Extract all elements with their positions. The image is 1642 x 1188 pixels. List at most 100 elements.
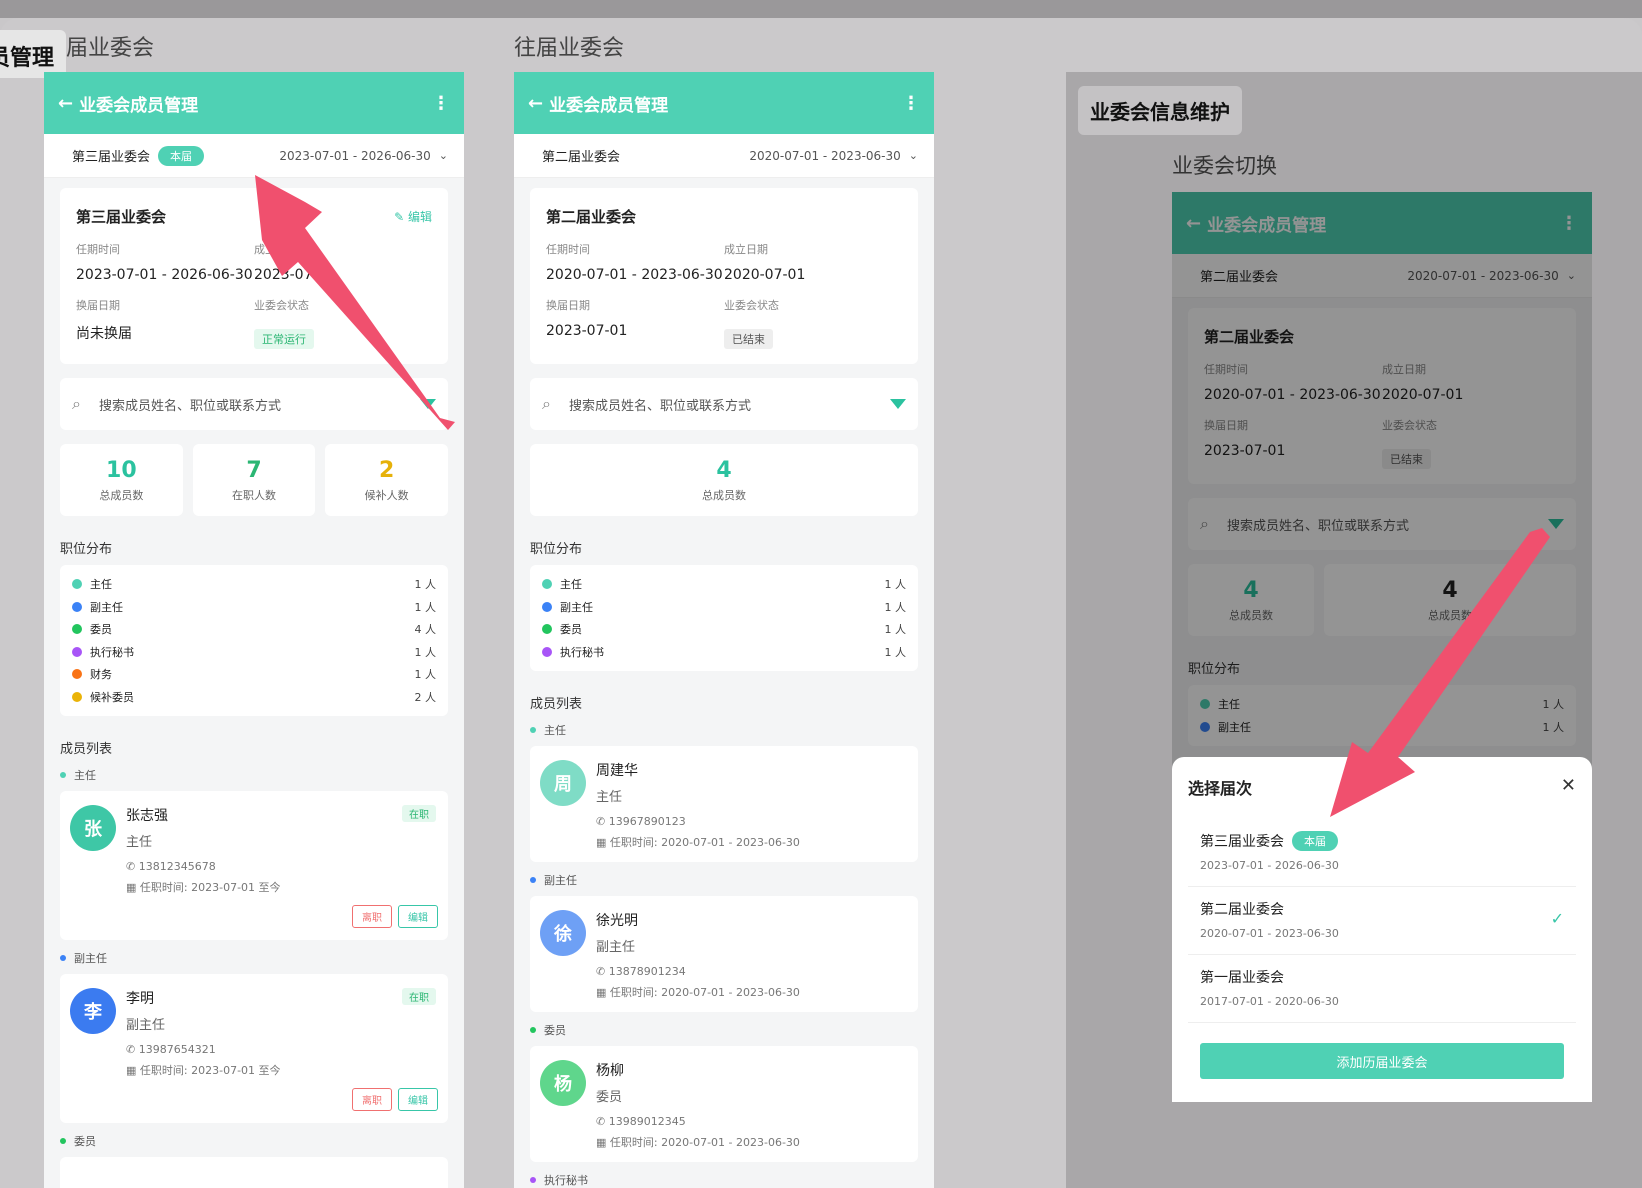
term-text: 任职时间: 2023-07-01 至今: [139, 1064, 281, 1077]
filter-icon[interactable]: [890, 399, 906, 409]
dot-icon: [72, 669, 82, 680]
edit-button[interactable]: 编辑: [398, 905, 438, 928]
edit-button[interactable]: 编辑: [398, 1088, 438, 1111]
group-label: 副主任: [530, 872, 918, 888]
member-card[interactable]: 杨 杨柳 委员 ✆ 13989012345 ▦ 任职时间: 2020-07-01…: [530, 1046, 918, 1162]
term-label: 任期时间: [76, 243, 120, 256]
dot-icon: [542, 646, 552, 657]
dist-name: 委员: [560, 623, 582, 637]
dist-count: 1 人: [884, 623, 907, 637]
committee-info-card: 第二届业委会 任期时间 2020-07-01 - 2023-06-30 成立日期 2…: [530, 188, 918, 364]
member-card[interactable]: 周 周建华 主任 ✆ 13967890123 ▦ 任职时间: 2020-07-0…: [530, 746, 918, 862]
phone-number: 13967890123: [608, 815, 686, 828]
change-label: 换届日期: [76, 299, 120, 312]
frame-title-past: 往届业委会: [514, 36, 625, 61]
stat-total-label: 总成员数: [99, 489, 144, 502]
avatar: 张: [70, 805, 116, 851]
term-text: 任职时间: 2020-07-01 - 2023-06-30: [609, 836, 800, 849]
edit-label: 编辑: [407, 210, 432, 224]
dist-name: 财务: [90, 668, 112, 682]
dot-icon: [60, 772, 66, 778]
option-date: 2020-07-01 - 2023-06-30: [1200, 927, 1339, 940]
add-historical-committee-button[interactable]: 添加历届业委会: [1200, 1043, 1564, 1079]
stat-total-label: 总成员数: [702, 489, 746, 502]
dist-name: 副主任: [90, 600, 123, 614]
edit-link[interactable]: ✎ 编辑: [394, 208, 432, 225]
found-label: 成立日期: [254, 243, 298, 256]
member-role: 主任: [126, 835, 153, 850]
filter-icon[interactable]: [420, 399, 436, 409]
search-input[interactable]: 搜索成员姓名、职位或联系方式: [99, 395, 281, 414]
search-input[interactable]: 搜索成员姓名、职位或联系方式: [569, 395, 751, 414]
panel-label: 业委会信息维护: [1078, 86, 1242, 135]
section-title-distribution: 职位分布: [530, 542, 583, 557]
card-title: 第三届业委会: [76, 208, 167, 226]
member-role: 副主任: [126, 1018, 166, 1033]
change-value: 尚未换届: [76, 326, 132, 342]
dist-row: 财务 1 人: [72, 663, 436, 686]
phone-icon: ✆: [126, 1043, 136, 1056]
group-label: 主任: [60, 767, 448, 783]
section-title-members: 成员列表: [530, 697, 583, 712]
member-name: 张志强: [126, 808, 168, 824]
dot-icon: [72, 624, 82, 635]
chevron-down-icon: ⌄: [908, 149, 918, 162]
found-label: 成立日期: [724, 243, 768, 256]
dist-count: 1 人: [414, 600, 437, 614]
dot-icon: [542, 624, 552, 635]
dot-icon: [72, 646, 82, 657]
chevron-down-icon: ⌄: [438, 149, 448, 162]
current-badge: 本届: [1292, 831, 1338, 851]
member-card[interactable]: 徐 徐光明 副主任 ✆ 13878901234 ▦ 任职时间: 2020-07-…: [530, 896, 918, 1012]
phone-number: 13878901234: [608, 965, 686, 978]
member-card[interactable]: 李 在职 李明 副主任 ✆ 13987654321 ▦ 任职时间: 2023-0…: [60, 974, 448, 1123]
member-phone: ✆ 13967890123: [596, 815, 908, 828]
stat-alternate-number: 2: [379, 458, 395, 483]
member-term: ▦ 任职时间: 2020-07-01 - 2023-06-30: [596, 834, 908, 850]
calendar-icon: ▦: [596, 836, 607, 849]
member-name: 徐光明: [596, 913, 638, 929]
group-label: 委员: [60, 1133, 448, 1149]
option-name: 第二届业委会: [1200, 902, 1284, 918]
term-option[interactable]: 第三届业委会 本届 2023-07-01 - 2026-06-30: [1188, 819, 1576, 887]
avatar: 徐: [540, 910, 586, 956]
term-value: 2023-07-01 - 2026-06-30: [76, 267, 253, 283]
committee-selector[interactable]: 第二届业委会 2020-07-01 - 2023-06-30 ⌄: [514, 134, 934, 178]
dot-icon: [542, 601, 552, 612]
dist-row: 委员 4 人: [72, 618, 436, 641]
resign-button[interactable]: 离职: [352, 1088, 392, 1111]
member-card[interactable]: [60, 1157, 448, 1188]
member-role: 主任: [596, 790, 623, 805]
dist-row: 执行秘书 1 人: [542, 641, 906, 664]
dot-icon: [530, 1177, 536, 1183]
term-option[interactable]: 第二届业委会 2020-07-01 - 2023-06-30 ✓: [1188, 887, 1576, 955]
resign-button[interactable]: 离职: [352, 905, 392, 928]
avatar: 杨: [540, 1060, 586, 1106]
back-arrow-icon[interactable]: ←: [528, 93, 543, 114]
stat-alternate: 2 候补人数: [325, 444, 449, 516]
phone-icon: ✆: [126, 860, 136, 873]
phone-past-committee: ← 业委会成员管理 ⋮ 第二届业委会 2020-07-01 - 2023-06-…: [514, 72, 934, 1188]
dist-row: 执行秘书 1 人: [72, 641, 436, 664]
committee-selector[interactable]: 第三届业委会 本届 2023-07-01 - 2026-06-30 ⌄: [44, 134, 464, 178]
more-menu-icon[interactable]: ⋮: [902, 93, 920, 114]
back-arrow-icon[interactable]: ←: [58, 93, 73, 114]
change-value: 2023-07-01: [546, 323, 628, 339]
member-role: 委员: [596, 1090, 623, 1105]
stat-alternate-label: 候补人数: [364, 489, 409, 502]
phone-number: 13812345678: [138, 860, 216, 873]
dist-name: 主任: [90, 578, 112, 592]
term-option[interactable]: 第一届业委会 2017-07-01 - 2020-06-30: [1188, 955, 1576, 1023]
dist-count: 1 人: [414, 578, 437, 592]
group-name: 委员: [544, 1024, 566, 1037]
dot-icon: [60, 1138, 66, 1144]
edit-icon: ✎: [394, 210, 405, 224]
search-bar[interactable]: ⌕ 搜索成员姓名、职位或联系方式: [60, 378, 448, 430]
member-card[interactable]: 张 在职 张志强 主任 ✆ 13812345678 ▦ 任职时间: 2023-0…: [60, 791, 448, 940]
more-menu-icon[interactable]: ⋮: [432, 93, 450, 114]
group-name: 委员: [74, 1135, 96, 1148]
search-icon: ⌕: [72, 394, 81, 413]
search-bar[interactable]: ⌕ 搜索成员姓名、职位或联系方式: [530, 378, 918, 430]
close-icon[interactable]: ✕: [1561, 775, 1576, 796]
app-title: 业委会成员管理: [549, 95, 669, 116]
